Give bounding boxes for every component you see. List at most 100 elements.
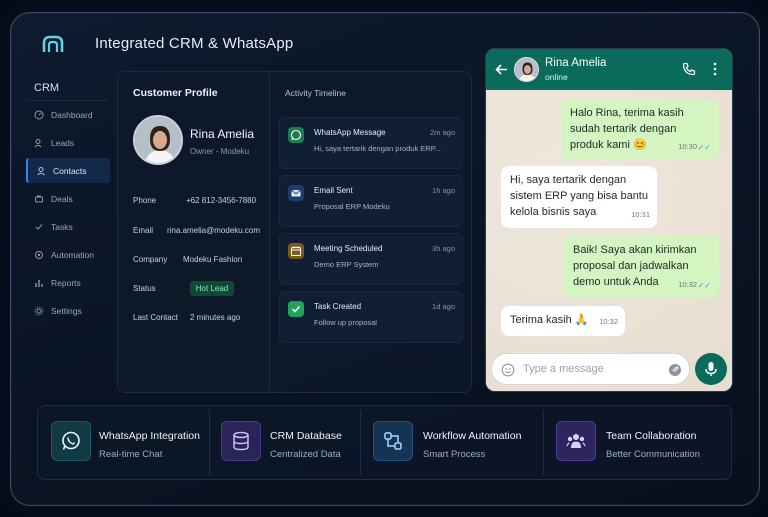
timeline-title: Activity Timeline [285,88,346,98]
sidebar-item-leads[interactable]: Leads [26,130,110,155]
sidebar-item-label: Deals [51,193,73,204]
microphone-icon [705,362,717,376]
feature-team-collaboration: Team Collaboration Better Communication [543,405,732,480]
sidebar-item-dashboard[interactable]: Dashboard [26,102,110,127]
feature-subtitle: Smart Process [423,449,486,460]
whatsapp-icon [288,127,304,143]
timeline-item-time: 2m ago [429,128,455,137]
chat-status: online [545,72,568,82]
reports-icon [35,279,43,287]
contact-name: Rina Amelia [190,127,255,141]
whatsapp-chat: Rina Amelia online Halo Rina, terima kas… [485,48,733,392]
timeline-item-email[interactable]: Email Sent 1h ago Proposal ERP Modeku [279,175,463,227]
checkbox-icon [288,301,304,317]
message-text: Terima kasih 🙏 [510,314,589,326]
contact-role: Owner - Modeku [190,147,250,156]
sidebar-item-contacts[interactable]: Contacts [26,158,110,183]
feature-workflow-automation: Workflow Automation Smart Process [360,405,543,480]
last-contact-label: Last Contact [133,313,178,322]
timeline-item-title: WhatsApp Message [314,128,386,137]
chat-contact-name: Rina Amelia [545,57,607,69]
message-time: 10:31 [631,210,650,219]
feature-subtitle: Real-time Chat [99,449,163,460]
app-title: Integrated CRM & WhatsApp [95,35,294,52]
read-check-icon: ✓✓ [697,143,711,152]
sidebar-heading: CRM [34,82,60,94]
sidebar-item-settings[interactable]: Settings [26,298,110,323]
sidebar-item-label: Tasks [51,221,73,232]
status-badge: Hot Lead [190,281,234,296]
automation-icon [35,250,43,259]
message-bubble-outgoing[interactable]: Halo Rina, terima kasih sudah tertarik d… [561,99,719,160]
timeline-item-title: Task Created [314,302,362,311]
read-check-icon: ✓✓ [697,281,711,290]
timeline-item-title: Meeting Scheduled [314,244,383,253]
calendar-icon [288,243,304,259]
email-label: Email [133,226,154,235]
sidebar-item-reports[interactable]: Reports [26,270,110,295]
message-bubble-incoming[interactable]: Terima kasih 🙏 10:32 [501,306,625,336]
message-input[interactable]: Type a message [491,353,690,385]
sidebar-item-label: Settings [51,305,82,316]
sidebar-item-automation[interactable]: Automation [26,242,110,267]
message-input-placeholder: Type a message [523,363,604,375]
last-contact-value: 2 minutes ago [190,313,241,322]
back-arrow-icon[interactable] [495,63,508,76]
settings-icon [34,306,44,315]
timeline-item-subtitle: Proposal ERP Modeku [314,202,390,211]
sidebar-item-label: Contacts [53,165,87,176]
database-icon [221,421,261,461]
more-options-icon[interactable] [712,62,718,76]
phone-label: Phone [133,196,157,205]
timeline-item-time: 1d ago [432,302,455,311]
divider [26,100,108,101]
email-icon [288,185,304,201]
contacts-icon [37,166,45,175]
chat-header: Rina Amelia online [486,49,732,90]
company-label: Company [133,255,168,264]
chat-body: Halo Rina, terima kasih sudah tertarik d… [486,90,732,391]
sidebar-item-deals[interactable]: Deals [26,186,110,211]
message-time: 10:32 [678,280,697,289]
feature-crm-database: CRM Database Centralized Data [209,405,360,480]
email-value: rina.amelia@modeku.com [167,226,261,235]
feature-title: Team Collaboration [606,430,697,442]
timeline-item-subtitle: Hi, saya tertarik dengan produk ERP... [314,144,442,153]
message-time: 10:30 [678,142,697,151]
phone-icon[interactable] [682,62,696,76]
timeline-item-time: 1h ago [432,186,455,195]
message-text: Halo Rina, terima kasih sudah tertarik d… [570,107,684,151]
timeline-item-title: Email Sent [314,186,353,195]
feature-title: WhatsApp Integration [99,430,200,442]
company-value: Modeku Fashion [183,255,243,264]
workflow-icon [373,421,413,461]
dashboard-icon [34,110,44,119]
sidebar-item-label: Leads [51,137,75,148]
avatar [133,115,183,165]
leads-icon [34,138,42,147]
feature-title: Workflow Automation [423,430,522,442]
timeline-item-subtitle: Follow up proposal [314,318,377,327]
message-time: 10:32 [599,317,618,326]
timeline-item-subtitle: Demo ERP System [314,260,379,269]
phone-value: +62 812-3456-7880 [186,196,257,205]
message-bubble-outgoing[interactable]: Baik! Saya akan kirimkan proposal dan ja… [564,236,719,298]
status-label: Status [133,284,156,293]
feature-subtitle: Better Communication [606,449,700,460]
message-bubble-incoming[interactable]: Hi, saya tertarik dengan sistem ERP yang… [501,166,657,228]
emoji-icon[interactable] [501,363,515,377]
timeline-item-task[interactable]: Task Created 1d ago Follow up proposal [279,291,463,343]
timeline-item-whatsapp[interactable]: WhatsApp Message 2m ago Hi, saya tertari… [279,117,463,169]
sidebar-item-tasks[interactable]: Tasks [26,214,110,239]
tasks-icon [35,223,43,230]
timeline-item-meeting[interactable]: Meeting Scheduled 3h ago Demo ERP System [279,233,463,285]
avatar[interactable] [514,57,539,82]
deals-icon [35,195,43,202]
attach-icon[interactable] [668,363,682,377]
sidebar: CRM Dashboard Leads Contacts Deals Tasks… [24,72,111,332]
mic-button[interactable] [695,353,727,385]
profile-title: Customer Profile [133,87,218,99]
whatsapp-icon [51,421,91,461]
sidebar-item-label: Automation [51,249,94,260]
timeline-item-time: 3h ago [432,244,455,253]
